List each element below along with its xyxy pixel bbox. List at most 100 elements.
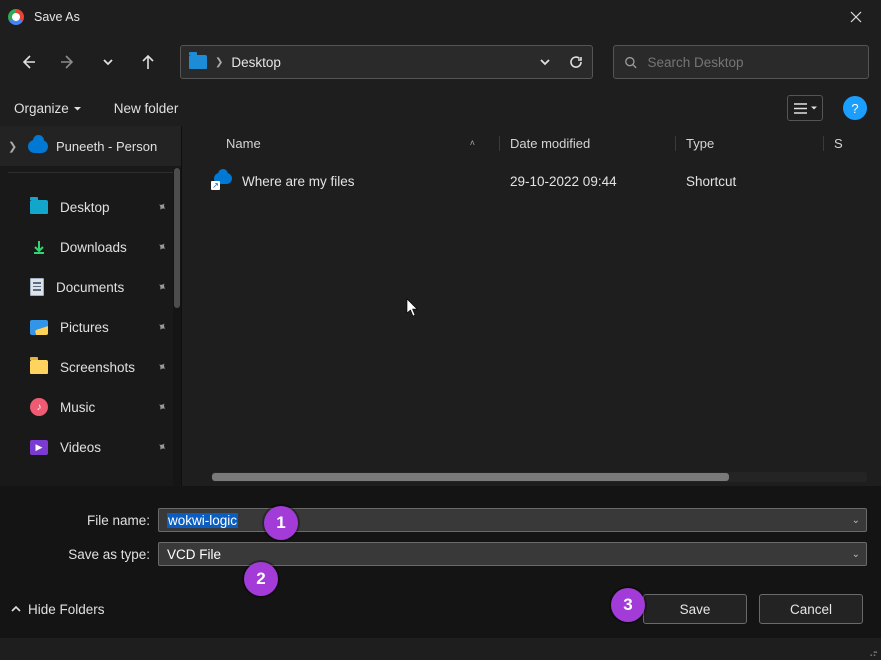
sidebar-item-desktop[interactable]: Desktop ✦ xyxy=(0,187,181,227)
sidebar-quick-access: Desktop ✦ Downloads ✦ Documents ✦ Pictur… xyxy=(0,177,181,477)
filename-input[interactable]: wokwi-logic ⌄ xyxy=(158,508,867,532)
sidebar-item-screenshots[interactable]: Screenshots ✦ xyxy=(0,347,181,387)
sort-asc-icon: ˄ xyxy=(470,138,475,148)
sidebar-item-label: Downloads xyxy=(60,240,127,255)
downloads-icon xyxy=(30,239,48,255)
pin-icon: ✦ xyxy=(154,198,170,215)
close-button[interactable] xyxy=(839,0,873,34)
breadcrumb-location[interactable]: Desktop xyxy=(231,55,281,70)
chevron-up-icon xyxy=(10,603,22,615)
chevron-down-icon[interactable]: ⌄ xyxy=(852,515,860,526)
sidebar-item-label: Screenshots xyxy=(60,360,135,375)
horizontal-scrollbar[interactable] xyxy=(212,472,867,482)
save-button[interactable]: Save xyxy=(643,594,747,624)
help-button[interactable]: ? xyxy=(843,96,867,120)
new-folder-button[interactable]: New folder xyxy=(114,101,179,116)
sidebar-scrollbar[interactable] xyxy=(173,168,181,486)
sidebar-item-videos[interactable]: ▶ Videos ✦ xyxy=(0,427,181,467)
breadcrumb-sep-icon: ❯ xyxy=(215,57,223,68)
dialog-footer: Hide Folders Save Cancel xyxy=(0,580,881,638)
savetype-select[interactable]: VCD File ⌄ xyxy=(158,542,867,566)
sidebar-item-pictures[interactable]: Pictures ✦ xyxy=(0,307,181,347)
pin-icon: ✦ xyxy=(154,278,170,295)
music-icon: ♪ xyxy=(30,398,48,416)
dialog-title: Save As xyxy=(34,10,80,24)
back-button[interactable] xyxy=(12,43,44,81)
desktop-icon xyxy=(30,200,48,214)
sidebar-item-label: Documents xyxy=(56,280,124,295)
resize-grip-icon[interactable]: ⠴⠂ xyxy=(869,652,879,656)
hide-folders-label: Hide Folders xyxy=(28,602,105,617)
save-form: File name: wokwi-logic ⌄ Save as type: V… xyxy=(0,486,881,580)
file-name: Where are my files xyxy=(242,174,355,189)
hide-folders-toggle[interactable]: Hide Folders xyxy=(10,602,105,617)
chevron-right-icon: ❯ xyxy=(8,140,20,153)
sidebar-item-label: Videos xyxy=(60,440,101,455)
column-header-row: Name ˄ Date modified Type S xyxy=(182,126,881,160)
scrollbar-thumb[interactable] xyxy=(174,168,180,308)
onedrive-icon xyxy=(28,140,48,153)
sidebar-divider xyxy=(8,172,173,173)
documents-icon xyxy=(30,278,44,296)
sidebar-onedrive-label: Puneeth - Person xyxy=(56,139,157,154)
chevron-down-icon[interactable] xyxy=(538,55,552,69)
arrow-left-icon xyxy=(19,53,37,71)
search-box[interactable] xyxy=(613,45,869,79)
filename-label: File name: xyxy=(14,513,158,528)
sidebar-item-label: Pictures xyxy=(60,320,109,335)
cancel-button[interactable]: Cancel xyxy=(759,594,863,624)
column-header-date[interactable]: Date modified xyxy=(500,136,676,151)
file-list-panel: Name ˄ Date modified Type S ↗ Where are … xyxy=(182,126,881,486)
forward-button[interactable] xyxy=(52,43,84,81)
sidebar-item-music[interactable]: ♪ Music ✦ xyxy=(0,387,181,427)
recent-dropdown[interactable] xyxy=(92,43,124,81)
search-icon xyxy=(624,55,638,70)
list-view-icon xyxy=(793,102,808,115)
sidebar-item-documents[interactable]: Documents ✦ xyxy=(0,267,181,307)
sidebar-item-onedrive[interactable]: ❯ Puneeth - Person xyxy=(0,126,181,166)
arrow-up-icon xyxy=(139,53,157,71)
close-icon xyxy=(850,11,862,23)
pin-icon: ✦ xyxy=(154,398,170,415)
shortcut-icon: ↗ xyxy=(212,173,232,189)
sidebar-item-label: Music xyxy=(60,400,95,415)
address-bar[interactable]: ❯ Desktop xyxy=(180,45,593,79)
refresh-icon[interactable] xyxy=(568,54,584,70)
column-label: Name xyxy=(226,136,261,151)
chevron-down-icon[interactable]: ⌄ xyxy=(852,549,860,560)
organize-menu[interactable]: Organize xyxy=(14,101,82,116)
caret-down-icon xyxy=(810,104,818,112)
column-header-size[interactable]: S xyxy=(824,136,881,151)
cursor-icon xyxy=(406,298,420,318)
pictures-icon xyxy=(30,320,48,335)
videos-icon: ▶ xyxy=(30,440,48,455)
sidebar-item-label: Desktop xyxy=(60,200,110,215)
chrome-icon xyxy=(8,9,24,25)
sidebar: ❯ Puneeth - Person Desktop ✦ Downloads ✦… xyxy=(0,126,182,486)
caret-down-icon xyxy=(73,104,82,113)
file-type: Shortcut xyxy=(676,174,824,189)
search-input[interactable] xyxy=(648,55,859,70)
desktop-icon xyxy=(189,55,207,69)
pin-icon: ✦ xyxy=(154,318,170,335)
nav-bar: ❯ Desktop xyxy=(0,34,881,90)
file-date: 29-10-2022 09:44 xyxy=(500,174,676,189)
organize-label: Organize xyxy=(14,101,69,116)
file-row[interactable]: ↗ Where are my files 29-10-2022 09:44 Sh… xyxy=(182,160,881,202)
column-header-name[interactable]: Name ˄ xyxy=(182,136,500,151)
arrow-right-icon xyxy=(59,53,77,71)
filename-value: wokwi-logic xyxy=(167,513,238,528)
scrollbar-thumb[interactable] xyxy=(212,473,729,481)
pin-icon: ✦ xyxy=(154,438,170,455)
column-header-type[interactable]: Type xyxy=(676,136,824,151)
savetype-value: VCD File xyxy=(167,547,221,562)
view-mode-button[interactable] xyxy=(787,95,823,121)
pin-icon: ✦ xyxy=(154,238,170,255)
up-button[interactable] xyxy=(132,43,164,81)
title-bar: Save As xyxy=(0,0,881,34)
main-area: ❯ Puneeth - Person Desktop ✦ Downloads ✦… xyxy=(0,126,881,486)
chevron-down-icon xyxy=(101,55,115,69)
tool-bar: Organize New folder ? xyxy=(0,90,881,126)
sidebar-item-downloads[interactable]: Downloads ✦ xyxy=(0,227,181,267)
folder-icon xyxy=(30,360,48,374)
